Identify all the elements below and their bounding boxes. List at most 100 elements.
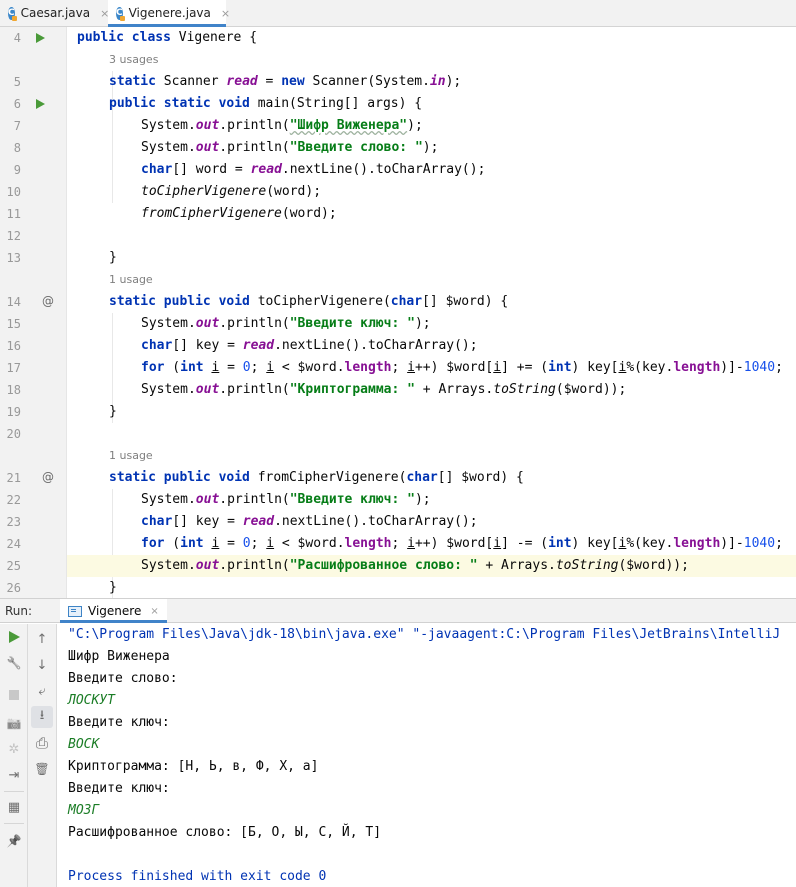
code-line: static public void toCipherVigenere(char…	[109, 294, 509, 309]
tab-label: Caesar.java	[20, 6, 91, 20]
code-line: System.out.println("Шифр Виженера");	[141, 118, 423, 133]
close-icon[interactable]: ×	[150, 606, 158, 617]
run-main-icon[interactable]	[36, 99, 45, 109]
wrench-icon: 🔧	[6, 656, 22, 670]
line-number: 10	[6, 185, 21, 199]
code-line: char[] word = read.nextLine().toCharArra…	[141, 162, 486, 177]
usages-hint[interactable]: 3 usages	[109, 49, 158, 71]
usages-hint[interactable]: 1 usage	[109, 269, 153, 291]
code-line: }	[109, 250, 117, 265]
code-line: static public void fromCipherVigenere(ch…	[109, 470, 524, 485]
code-line: char[] key = read.nextLine().toCharArray…	[141, 338, 478, 353]
run-tool-window-header: Run: Vigenere ×	[0, 598, 796, 623]
line-number: 23	[6, 515, 21, 529]
code-line: }	[109, 404, 117, 419]
pin-icon: 📌	[6, 834, 22, 848]
run-console[interactable]: "C:\Program Files\Java\jdk-18\bin\java.e…	[58, 624, 796, 887]
code-line: public class Vigenere {	[77, 30, 258, 45]
tab-vigenere-java[interactable]: C Vigenere.java ×	[108, 0, 230, 27]
line-number: 14	[6, 295, 21, 309]
console-exit-line: Process finished with exit code 0	[68, 869, 327, 884]
line-number: 18	[6, 383, 21, 397]
line-number: 13	[6, 251, 21, 265]
line-number: 26	[6, 581, 21, 595]
previous-occurrence-button[interactable]: ↑	[31, 628, 53, 650]
bug-icon: ✲	[8, 741, 20, 757]
code-line: System.out.println("Введите слово: ");	[141, 140, 439, 155]
code-line: System.out.println("Криптограмма: " + Ar…	[141, 382, 627, 397]
scroll-to-end-icon: ⭳	[39, 708, 45, 723]
run-tab-label: Vigenere	[88, 604, 142, 618]
code-line: for (int i = 0; i < $word.length; i++) $…	[141, 536, 783, 551]
line-number: 15	[6, 317, 21, 331]
code-line: public static void main(String[] args) {	[109, 96, 423, 111]
code-line: System.out.println("Введите ключ: ");	[141, 316, 431, 331]
console-line: Введите слово:	[68, 671, 178, 686]
line-number: 4	[13, 31, 21, 45]
current-code-line: System.out.println("Расшифрованное слово…	[67, 555, 796, 577]
arrow-down-icon: ↓	[36, 657, 48, 673]
toolbar-separator	[4, 823, 24, 824]
layout-button[interactable]: ▦	[3, 796, 25, 818]
line-number: 22	[6, 493, 21, 507]
java-class-icon: C	[8, 6, 17, 21]
console-line: Расшифрованное слово: [Б, О, Ы, С, Й, Т]	[68, 825, 382, 840]
trash-icon: 🗑	[34, 762, 50, 776]
stop-button[interactable]	[3, 684, 25, 706]
editor-gutter: 4 5 6 7 8 9 10 11 12 13 14 @ 15 16 17 18…	[0, 27, 75, 598]
run-toolbar-left: 🔧 📷 ✲ ⇥ ▦ 📌	[0, 624, 28, 887]
console-input-line: ЛОСКУТ	[68, 693, 115, 708]
run-class-icon[interactable]	[36, 33, 45, 43]
java-class-icon: C	[116, 6, 125, 21]
tab-caesar-java[interactable]: C Caesar.java ×	[0, 0, 109, 26]
scroll-to-end-button[interactable]: ⭳	[31, 706, 53, 728]
code-line: char[] key = read.nextLine().toCharArray…	[141, 514, 478, 529]
toolbar-separator	[4, 791, 24, 792]
console-line: "C:\Program Files\Java\jdk-18\bin\java.e…	[68, 627, 781, 642]
console-input-line: МОЗГ	[68, 803, 100, 818]
line-number: 5	[13, 75, 21, 89]
next-occurrence-button[interactable]: ↓	[31, 654, 53, 676]
console-line: Криптограмма: [Н, Ь, в, Ф, Х, а]	[68, 759, 319, 774]
console-icon	[68, 605, 82, 617]
line-number: 6	[13, 97, 21, 111]
code-line: }	[109, 580, 117, 595]
line-number: 11	[6, 207, 21, 221]
print-icon: ⎙	[35, 734, 48, 752]
override-icon[interactable]: @	[42, 466, 54, 488]
print-button[interactable]: ⎙	[31, 732, 53, 754]
console-line: Введите ключ:	[68, 781, 170, 796]
override-icon[interactable]: @	[42, 290, 54, 312]
console-line: Введите ключ:	[68, 715, 170, 730]
line-number: 12	[6, 229, 21, 243]
line-number: 9	[13, 163, 21, 177]
code-line: 1 usage	[67, 269, 796, 291]
console-input-line: ВОСК	[68, 737, 100, 752]
soft-wrap-button[interactable]: ⤶	[31, 680, 53, 702]
close-icon[interactable]: ×	[221, 7, 230, 20]
debug-button[interactable]: ✲	[3, 738, 25, 760]
run-toolbar-right: ↑ ↓ ⤶ ⭳ ⎙ 🗑	[28, 624, 57, 887]
line-number: 24	[6, 537, 21, 551]
code-editor[interactable]: public class Vigenere { 3 usages static …	[67, 27, 796, 598]
layout-icon: ▦	[7, 799, 21, 815]
line-number: 8	[13, 141, 21, 155]
exit-button[interactable]: ⇥	[3, 764, 25, 786]
exit-icon: ⇥	[8, 767, 20, 783]
line-number: 7	[13, 119, 21, 133]
modify-run-config-button[interactable]: 🔧	[3, 652, 25, 674]
tab-label: Vigenere.java	[128, 6, 211, 20]
line-number: 21	[6, 471, 21, 485]
camera-icon: 📷	[6, 716, 22, 730]
editor-tab-bar: C Caesar.java × C Vigenere.java ×	[0, 0, 796, 27]
pin-tab-button[interactable]: 📌	[3, 830, 25, 852]
dump-threads-button[interactable]: 📷	[3, 712, 25, 734]
code-line: 1 usage	[67, 445, 796, 467]
code-line: fromCipherVigenere(word);	[141, 206, 337, 221]
usages-hint[interactable]: 1 usage	[109, 445, 153, 467]
clear-all-button[interactable]: 🗑	[31, 758, 53, 780]
code-line: toCipherVigenere(word);	[141, 184, 322, 199]
run-tab-vigenere[interactable]: Vigenere ×	[60, 599, 167, 623]
rerun-button[interactable]	[3, 626, 25, 648]
code-line: System.out.println("Введите ключ: ");	[141, 492, 431, 507]
